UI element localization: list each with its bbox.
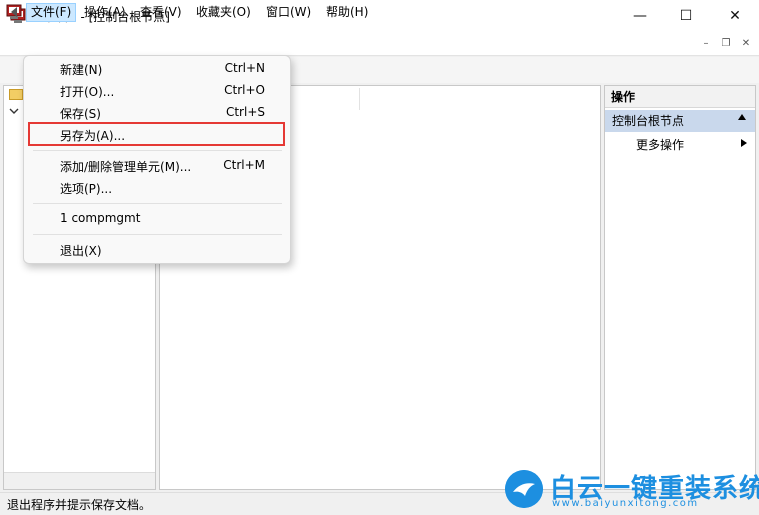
- highlight-box: [28, 122, 285, 146]
- menu-item-recent-file[interactable]: 1 compmgmt: [60, 211, 140, 225]
- watermark-url: www.baiyunxitong.com: [552, 498, 699, 509]
- shortcut-new: Ctrl+N: [224, 61, 265, 75]
- horizontal-scrollbar[interactable]: [4, 472, 155, 489]
- close-button[interactable]: ✕: [712, 0, 758, 32]
- menu-separator: [33, 150, 282, 151]
- mdi-close-button[interactable]: ✕: [738, 36, 754, 52]
- menu-item-save[interactable]: 保存(S): [60, 105, 101, 122]
- mdi-restore-button[interactable]: ❐: [718, 36, 734, 52]
- minimize-button[interactable]: —: [617, 0, 663, 32]
- menu-separator: [33, 203, 282, 204]
- menu-separator: [33, 234, 282, 235]
- menu-file[interactable]: 文件(F): [26, 3, 77, 22]
- menu-help[interactable]: 帮助(H): [322, 3, 372, 22]
- shortcut-add-remove: Ctrl+M: [223, 158, 265, 172]
- menu-view[interactable]: 查看(V): [136, 3, 186, 22]
- menu-favorites[interactable]: 收藏夹(O): [192, 3, 255, 22]
- folder-icon[interactable]: [9, 89, 23, 100]
- menu-item-open[interactable]: 打开(O)...: [60, 83, 114, 100]
- shortcut-open: Ctrl+O: [224, 83, 265, 97]
- shortcut-save: Ctrl+S: [225, 105, 265, 119]
- back-arrow-icon[interactable]: [6, 3, 24, 21]
- menu-item-options[interactable]: 选项(P)...: [60, 180, 112, 197]
- actions-section-root[interactable]: 控制台根节点: [605, 110, 755, 132]
- bird-logo-icon: [505, 470, 543, 508]
- chevron-down-icon[interactable]: [9, 106, 19, 119]
- menu-action[interactable]: 操作(A): [80, 3, 130, 22]
- submenu-arrow-icon[interactable]: [740, 138, 748, 151]
- more-actions-item[interactable]: 更多操作: [636, 136, 684, 154]
- collapse-up-icon[interactable]: [737, 113, 747, 124]
- column-divider[interactable]: [359, 88, 360, 110]
- status-text: 退出程序并提示保存文档。: [7, 498, 152, 512]
- maximize-button[interactable]: ☐: [663, 0, 709, 32]
- menu-item-add-remove-snapin[interactable]: 添加/删除管理单元(M)...: [60, 158, 191, 175]
- menu-item-new[interactable]: 新建(N): [60, 61, 102, 78]
- menu-bar: [0, 32, 759, 56]
- actions-header: 操作: [605, 86, 755, 108]
- menu-item-exit[interactable]: 退出(X): [60, 242, 102, 259]
- menu-window[interactable]: 窗口(W): [262, 3, 315, 22]
- mdi-minimize-button[interactable]: –: [698, 36, 714, 52]
